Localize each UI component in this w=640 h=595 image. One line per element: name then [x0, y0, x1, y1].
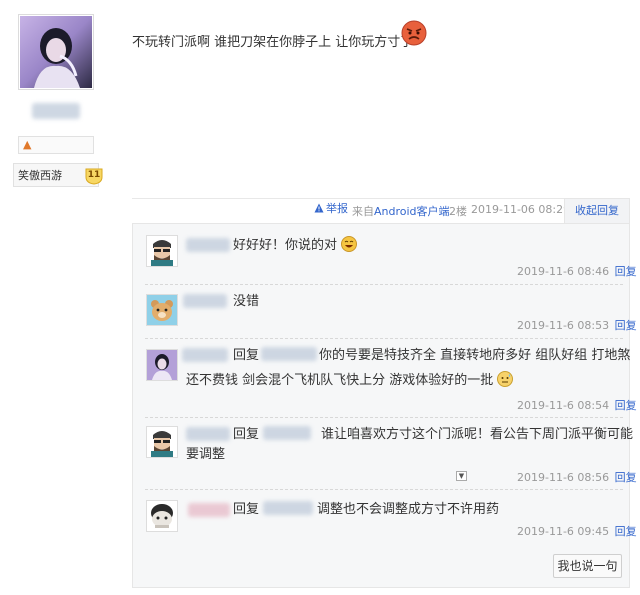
reply-time: 2019-11-6 09:45: [517, 525, 610, 538]
expand-icon[interactable]: ▼: [456, 471, 467, 481]
reply-meta: 2019-11-6 09:45 回复: [517, 523, 637, 539]
angry-emoji-icon: [401, 20, 427, 46]
reply-time: 2019-11-6 08:53: [517, 319, 610, 332]
client-link[interactable]: Android客户端: [374, 205, 450, 218]
sweat-emoji-icon: [497, 371, 514, 387]
fold-replies-button[interactable]: 收起回复: [564, 198, 630, 224]
reply-time: 2019-11-6 08:46: [517, 265, 610, 278]
report-label: 举报: [326, 202, 348, 215]
floor-number: 2楼: [449, 205, 467, 218]
post-content: 不玩转门派啊 谁把刀架在你脖子上 让你玩方寸了: [132, 35, 414, 50]
reply-button[interactable]: 回复: [615, 471, 637, 484]
reply-text: 好好好！你说的对: [233, 236, 358, 256]
reply-user-redacted[interactable]: [188, 503, 230, 517]
reply-text-content: 好好好！你说的对: [233, 238, 338, 253]
reply-button[interactable]: 回复: [615, 319, 637, 332]
author-name-redacted[interactable]: [32, 103, 80, 119]
reply-avatar[interactable]: [146, 426, 178, 458]
author-level-box[interactable]: 笑傲西游 11: [13, 163, 103, 187]
reply-text-content: 你的号要是特技齐全 直接转地府多好 组队好组 打地煞: [319, 348, 631, 363]
reply-target-redacted[interactable]: [263, 426, 312, 440]
reply-prefix: 回复: [233, 348, 260, 363]
reply-avatar[interactable]: [146, 294, 178, 326]
avatar: [147, 427, 177, 457]
reply-text-content: 还不费钱 剑会混个飞机队飞快上分 游戏体验好的一批: [186, 373, 494, 388]
reply-button[interactable]: 回复: [615, 265, 637, 278]
reply-text: 没错: [233, 294, 260, 309]
reply-avatar[interactable]: [146, 500, 178, 532]
reply-user-redacted[interactable]: [186, 427, 230, 441]
reply-prefix: 回复: [233, 502, 260, 517]
post-source: 来自Android客户端: [352, 203, 450, 219]
reply-prefix: 回复: [233, 427, 260, 442]
reply-text-content: 谁让咱喜欢方寸这个门派呢！看公告下周门派平衡可能: [321, 427, 634, 442]
author-badge-row: ▲: [18, 136, 94, 154]
reply-divider: [145, 417, 623, 418]
warning-icon: [314, 203, 324, 213]
reply-button[interactable]: 回复: [615, 399, 637, 412]
reply-button[interactable]: 回复: [615, 525, 637, 538]
reply-line2: 还不费钱 剑会混个飞机队飞快上分 游戏体验好的一批: [186, 371, 514, 391]
reply-meta: 2019-11-6 08:53 回复: [517, 317, 637, 333]
laughing-emoji-icon: [341, 236, 358, 252]
avatar-image: [20, 16, 92, 88]
reply-line2: 要调整: [186, 447, 226, 462]
avatar: [147, 236, 177, 266]
author-avatar[interactable]: [18, 14, 94, 90]
reply-line1: 回复 谁让咱喜欢方寸这个门派呢！看公告下周门派平衡可能: [233, 425, 633, 445]
reply-line1: 回复 调整也不会调整成方寸不许用药: [233, 500, 499, 520]
reply-time: 2019-11-6 08:54: [517, 399, 610, 412]
reply-text-content: 调整也不会调整成方寸不许用药: [317, 502, 500, 517]
reply-user-redacted[interactable]: [186, 238, 230, 252]
crab-badge-icon: ▲: [23, 138, 32, 151]
reply-avatar[interactable]: [146, 235, 178, 267]
from-prefix: 来自: [352, 205, 374, 218]
reply-meta: 2019-11-6 08:54 回复: [517, 397, 637, 413]
reply-user-redacted[interactable]: [182, 348, 228, 362]
level-label: 笑傲西游: [18, 169, 62, 182]
avatar: [147, 350, 177, 380]
reply-user-redacted[interactable]: [183, 294, 227, 308]
reply-divider: [145, 338, 623, 339]
say-something-button[interactable]: 我也说一句: [553, 554, 622, 578]
avatar: [147, 295, 177, 325]
level-number: 11: [87, 170, 101, 180]
reply-time: 2019-11-6 08:56: [517, 471, 610, 484]
reply-divider: [145, 284, 623, 285]
reply-target-redacted[interactable]: [263, 501, 314, 515]
reply-line1: 回复 你的号要是特技齐全 直接转地府多好 组队好组 打地煞: [233, 346, 630, 366]
reply-divider: [145, 489, 623, 490]
reply-meta: 2019-11-6 08:56 回复: [517, 469, 637, 485]
reply-avatar[interactable]: [146, 349, 178, 381]
reply-target-redacted[interactable]: [261, 347, 318, 361]
post-time: 2019-11-06 08:29: [471, 203, 571, 216]
reply-meta: 2019-11-6 08:46 回复: [517, 263, 637, 279]
avatar: [147, 501, 177, 531]
report-link[interactable]: 举报: [314, 202, 348, 216]
